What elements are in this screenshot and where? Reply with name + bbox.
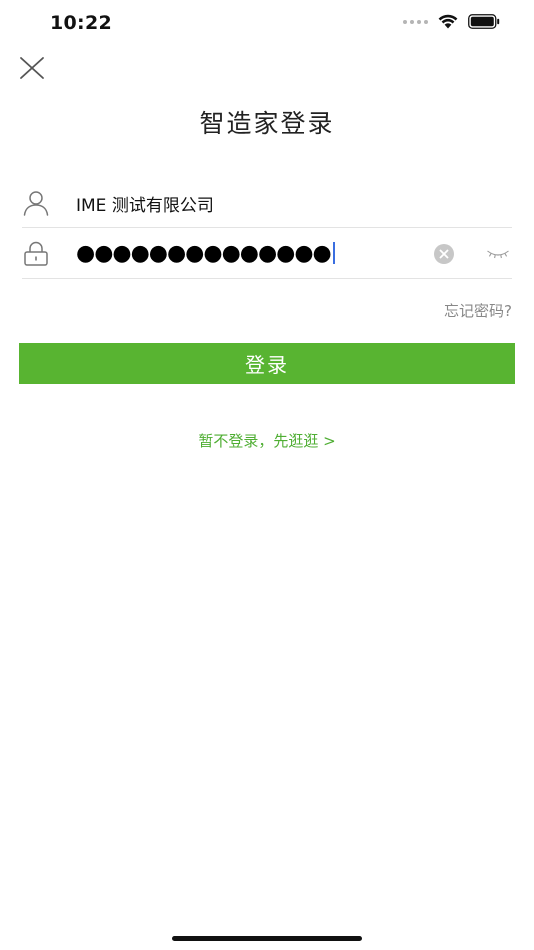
close-button[interactable] (18, 55, 46, 81)
status-time: 10:22 (50, 12, 112, 34)
username-input[interactable] (76, 190, 416, 216)
eye-closed-icon (487, 250, 509, 259)
clear-icon (439, 249, 449, 259)
browse-as-guest-link[interactable]: 暂不登录，先逛逛 > (0, 430, 534, 451)
clear-password-button[interactable] (434, 244, 454, 264)
password-field-row: ●●●●●●●●●●●●●● (22, 228, 512, 279)
lock-icon (24, 241, 48, 266)
text-cursor (332, 242, 335, 264)
cellular-signal-icon (403, 19, 428, 24)
password-input[interactable]: ●●●●●●●●●●●●●● (76, 239, 335, 267)
login-button[interactable]: 登录 (19, 343, 515, 384)
forgot-password-link[interactable]: 忘记密码? (444, 300, 512, 321)
user-icon (23, 191, 49, 216)
wifi-icon (438, 14, 458, 29)
battery-icon (468, 14, 500, 29)
home-indicator[interactable] (172, 936, 362, 941)
close-icon (20, 57, 44, 79)
toggle-password-visibility-button[interactable] (486, 246, 510, 262)
status-indicators (403, 14, 500, 29)
username-field-row (22, 177, 512, 228)
page-title: 智造家登录 (199, 109, 335, 138)
password-masked-value: ●●●●●●●●●●●●●● (76, 240, 332, 266)
